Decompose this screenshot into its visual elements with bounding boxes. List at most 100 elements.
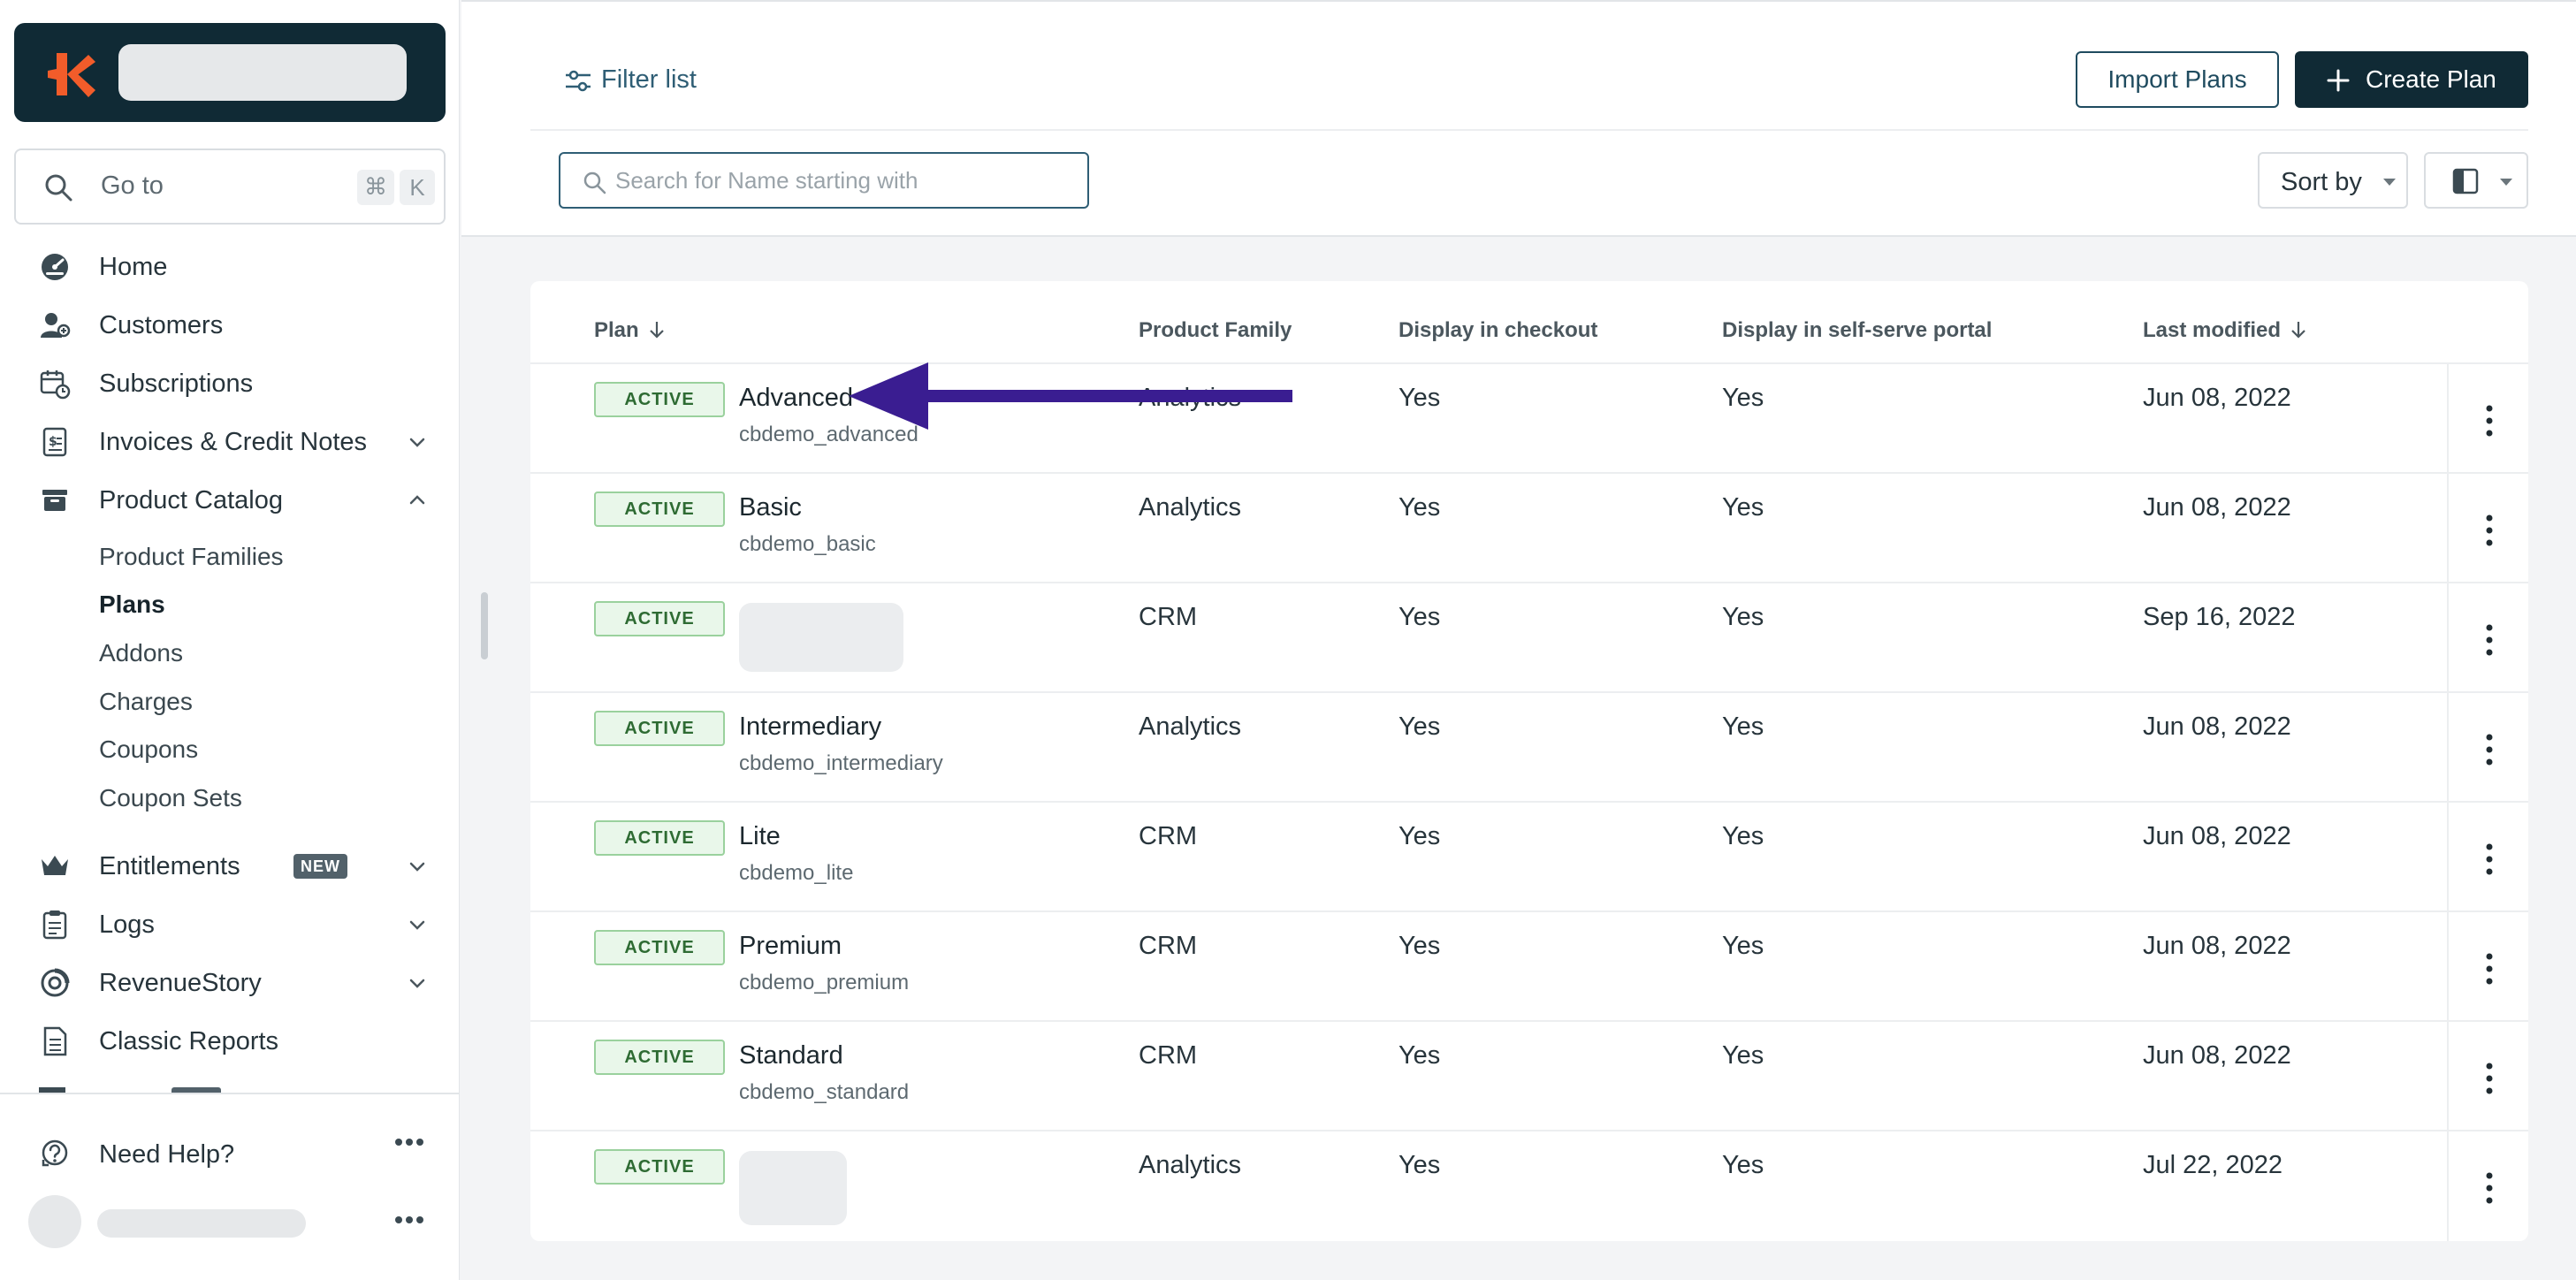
sidebar-item-revenuestory[interactable]: RevenueStory: [39, 960, 428, 1004]
product-family-cell: Analytics: [1139, 712, 1242, 741]
import-plans-button[interactable]: Import Plans: [2076, 51, 2279, 108]
column-header-last-modified[interactable]: Last modified: [2143, 318, 2307, 343]
chevron-up-icon[interactable]: [407, 490, 428, 511]
table-row[interactable]: ACTIVE Premium cbdemo_premium CRM Yes Ye…: [530, 910, 2528, 1022]
kebab-menu-icon[interactable]: [2481, 951, 2498, 987]
kebab-menu-icon[interactable]: [2481, 842, 2498, 877]
sidebar-item-label: Home: [99, 253, 168, 281]
column-header-display-in-checkout[interactable]: Display in checkout: [1399, 318, 1597, 343]
sidebar-item-label: RevenueStory: [99, 969, 262, 997]
display-in-checkout-cell: Yes: [1399, 493, 1441, 522]
display-in-portal-cell: Yes: [1722, 603, 1764, 631]
table-row[interactable]: ACTIVE Lite cbdemo_lite CRM Yes Yes Jun …: [530, 801, 2528, 912]
sidebar-item-home[interactable]: Home: [39, 244, 428, 288]
sidebar-subitem-product-families[interactable]: Product Families: [99, 543, 284, 571]
display-in-checkout-cell: Yes: [1399, 712, 1441, 741]
table-row[interactable]: ACTIVE Analytics Yes Yes Jul 22, 2022: [530, 1130, 2528, 1241]
dashboard-gauge-icon: [42, 254, 68, 280]
sidebar-item-classic-reports[interactable]: Classic Reports: [39, 1018, 428, 1063]
plan-name[interactable]: Standard: [739, 1041, 843, 1070]
table-row[interactable]: ACTIVE Intermediary cbdemo_intermediary …: [530, 691, 2528, 803]
status-badge: ACTIVE: [594, 820, 725, 856]
more-options-icon[interactable]: [394, 1137, 424, 1147]
plan-name[interactable]: Intermediary: [739, 712, 881, 742]
last-modified-cell: Jun 08, 2022: [2143, 822, 2291, 850]
table-row[interactable]: ACTIVE Standard cbdemo_standard CRM Yes …: [530, 1020, 2528, 1131]
table-row[interactable]: ACTIVE CRM Yes Yes Sep 16, 2022: [530, 582, 2528, 693]
plan-name[interactable]: Basic: [739, 493, 802, 522]
annotation-arrow-icon: [849, 362, 1292, 430]
columns-layout-icon: [2452, 168, 2479, 194]
sidebar-subitem-coupon-sets[interactable]: Coupon Sets: [99, 784, 242, 812]
display-in-checkout-cell: Yes: [1399, 1151, 1441, 1179]
kebab-menu-icon[interactable]: [2481, 513, 2498, 548]
display-in-checkout-cell: Yes: [1399, 932, 1441, 960]
filter-list-label: Filter list: [601, 65, 697, 94]
sidebar-item-invoices[interactable]: $ Invoices & Credit Notes: [39, 419, 428, 463]
chevron-down-icon[interactable]: [407, 914, 428, 935]
chevron-down-icon[interactable]: [407, 856, 428, 877]
chevron-down-icon[interactable]: [407, 972, 428, 994]
display-in-portal-cell: Yes: [1722, 932, 1764, 960]
status-badge: ACTIVE: [594, 601, 725, 636]
kebab-menu-icon[interactable]: [2481, 732, 2498, 767]
column-header-product-family[interactable]: Product Family: [1139, 318, 1292, 343]
sidebar-item-label: Subscriptions: [99, 370, 254, 398]
sort-by-dropdown[interactable]: Sort by: [2258, 152, 2408, 209]
help-question-icon: [42, 1139, 68, 1167]
row-actions: [2447, 912, 2528, 1022]
sidebar-resize-handle[interactable]: [481, 592, 488, 659]
sidebar-item-subscriptions[interactable]: Subscriptions: [39, 361, 428, 405]
plan-name[interactable]: Premium: [739, 932, 842, 961]
last-modified-cell: Jun 08, 2022: [2143, 712, 2291, 741]
last-modified-cell: Jun 08, 2022: [2143, 932, 2291, 960]
column-header-display-in-portal[interactable]: Display in self-serve portal: [1722, 318, 1992, 343]
sidebar-subitem-plans[interactable]: Plans: [99, 590, 165, 619]
plan-id: cbdemo_premium: [739, 971, 910, 994]
customers-icon: [41, 313, 71, 338]
kebab-menu-icon[interactable]: [2481, 403, 2498, 438]
product-family-cell: Analytics: [1139, 1151, 1242, 1179]
column-header-plan[interactable]: Plan: [594, 318, 666, 343]
display-in-checkout-cell: Yes: [1399, 603, 1441, 631]
sidebar-item-product-catalog[interactable]: Product Catalog: [39, 477, 428, 522]
need-help-item[interactable]: Need Help?: [39, 1131, 428, 1176]
product-catalog-box-icon: [42, 490, 67, 511]
status-badge: ACTIVE: [594, 491, 725, 527]
brand-header[interactable]: [14, 23, 446, 122]
row-actions: [2447, 803, 2528, 912]
filter-sliders-icon: [566, 70, 591, 92]
product-family-cell: CRM: [1139, 1041, 1198, 1070]
header-label: Last modified: [2143, 318, 2282, 342]
plan-name-redacted[interactable]: [739, 603, 903, 672]
search-input[interactable]: [615, 164, 1075, 196]
report-icon: [43, 1026, 67, 1056]
sidebar-item-entitlements[interactable]: Entitlements NEW: [39, 843, 428, 888]
goto-search[interactable]: Go to ⌘ K: [14, 149, 446, 225]
sidebar-subitem-charges[interactable]: Charges: [99, 688, 193, 716]
kebab-menu-icon[interactable]: [2481, 1170, 2498, 1206]
goto-label: Go to: [101, 171, 164, 200]
sidebar-subitem-coupons[interactable]: Coupons: [99, 735, 198, 764]
plan-name[interactable]: Lite: [739, 822, 781, 851]
sidebar-item-logs[interactable]: Logs: [39, 902, 428, 946]
create-plan-button[interactable]: Create Plan: [2295, 51, 2528, 108]
row-actions: [2447, 1022, 2528, 1131]
sidebar-subitem-addons[interactable]: Addons: [99, 639, 183, 667]
search-field[interactable]: [559, 152, 1089, 209]
chevron-down-icon[interactable]: [407, 431, 428, 453]
status-badge: ACTIVE: [594, 711, 725, 746]
sidebar-item-label: Logs: [99, 910, 155, 939]
plan-name-redacted[interactable]: [739, 1151, 847, 1225]
kebab-menu-icon[interactable]: [2481, 622, 2498, 658]
plan-name[interactable]: Advanced: [739, 384, 853, 413]
status-badge: ACTIVE: [594, 1040, 725, 1075]
table-row[interactable]: ACTIVE Basic cbdemo_basic Analytics Yes …: [530, 472, 2528, 583]
sidebar-item-customers[interactable]: Customers: [39, 302, 428, 347]
kebab-menu-icon[interactable]: [2481, 1061, 2498, 1096]
avatar[interactable]: [28, 1195, 81, 1248]
user-menu-icon[interactable]: [394, 1215, 424, 1225]
column-layout-dropdown[interactable]: [2424, 152, 2528, 209]
row-actions: [2447, 364, 2528, 474]
table-row[interactable]: ACTIVE Advanced cbdemo_advanced Analytic…: [530, 362, 2528, 474]
